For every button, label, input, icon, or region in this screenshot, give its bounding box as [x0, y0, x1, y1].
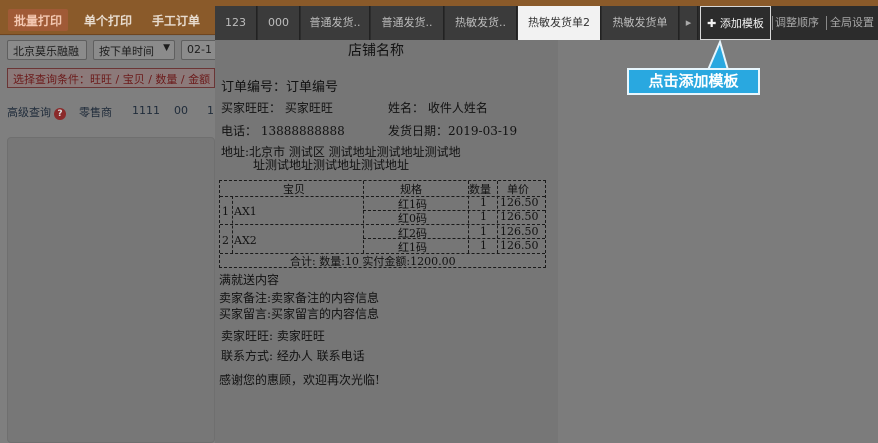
order-number: 订单编号：订单编号 — [221, 80, 339, 95]
row-price: 126.50 — [500, 225, 539, 238]
contact-info: 联系方式: 经办人 联系电话 — [221, 349, 365, 363]
phone: 电话： 13888888888 — [221, 124, 345, 138]
global-settings-link[interactable]: 全局设置 — [830, 6, 874, 40]
row-qty: 1 — [480, 196, 487, 209]
thank-you-note: 感谢您的惠顾，欢迎再次光临! — [219, 373, 380, 387]
row-price: 126.50 — [500, 196, 539, 209]
time-type-label: 按下单时间 — [99, 45, 154, 58]
query-condition-input[interactable]: 选择查询条件：旺旺 / 宝贝 / 数量 / 金额 — [7, 68, 215, 88]
table-total: 合计: 数量:10 实付金额:1200.00 — [290, 255, 456, 268]
row-item: AX1 — [234, 205, 257, 218]
table-header-spec: 规格 — [400, 183, 422, 196]
print-app: 批量打印 单个打印 手工订单 北京莫乐融融 按下单时间 ▼ 02-1 选择查询条… — [0, 0, 878, 443]
row-spec: 红0码 — [398, 212, 427, 225]
template-tab-normal-1[interactable]: 普通发货.. — [301, 6, 370, 40]
divider — [772, 16, 773, 30]
row-index: 2 — [222, 234, 229, 247]
adjust-order-link[interactable]: 调整顺序 — [775, 6, 819, 40]
seller-wangwang: 卖家旺旺: 卖家旺旺 — [221, 329, 325, 343]
row-qty: 1 — [480, 210, 487, 223]
buyer-wangwang: 买家旺旺： 买家旺旺 — [221, 101, 333, 115]
template-tab-normal-2[interactable]: 普通发货.. — [371, 6, 444, 40]
row-index: 1 — [222, 205, 229, 218]
buyer-message: 买家留言:买家留言的内容信息 — [219, 307, 380, 321]
row-item: AX2 — [234, 234, 257, 247]
row-qty: 1 — [480, 239, 487, 252]
tab-manual-order[interactable]: 手工订单 — [146, 9, 206, 31]
address-line-2: 址测试地址测试地址测试地址 — [253, 158, 410, 172]
template-tab-thermal-1[interactable]: 热敏发货.. — [445, 6, 517, 40]
tab-batch-print[interactable]: 批量打印 — [8, 9, 69, 31]
table-header-qty: 数量 — [469, 183, 491, 196]
time-type-select[interactable]: 按下单时间 ▼ — [93, 40, 175, 60]
seller-note: 卖家备注:卖家备注的内容信息 — [219, 291, 380, 305]
chevron-down-icon: ▼ — [163, 43, 170, 53]
order-list-area — [7, 137, 215, 443]
add-template-tooltip: 点击添加模板 — [627, 68, 760, 95]
template-tab-thermal[interactable]: 热敏发货单 — [602, 6, 679, 40]
gift-content: 满就送内容 — [219, 273, 280, 287]
template-tab-123[interactable]: 123 — [215, 6, 257, 40]
receiver-name: 姓名： 收件人姓名 — [388, 101, 488, 115]
template-tab-000[interactable]: 000 — [258, 6, 300, 40]
table-header-price: 单价 — [507, 183, 529, 196]
add-template-button[interactable]: ✚ 添加模板 — [700, 6, 771, 40]
preview-right-area — [558, 40, 878, 443]
retail-link[interactable]: 零售商 — [79, 104, 112, 120]
query-value-2[interactable]: 00 — [174, 104, 188, 117]
shop-name: 店铺名称 — [348, 43, 404, 59]
advanced-query-label: 高级查询 — [7, 106, 51, 119]
callout-pointer-icon — [706, 40, 730, 70]
tab-single-print[interactable]: 单个打印 — [78, 9, 138, 31]
query-value-3[interactable]: 1 — [207, 104, 214, 117]
ship-date: 发货日期：2019-03-19 — [388, 124, 518, 138]
row-qty: 1 — [480, 225, 487, 238]
row-price: 126.50 — [500, 239, 539, 252]
scroll-tabs-right-icon[interactable]: ▸ — [680, 6, 698, 40]
table-header-item: 宝贝 — [283, 183, 305, 196]
divider — [826, 16, 827, 30]
shop-select[interactable]: 北京莫乐融融 — [7, 40, 87, 60]
template-tab-thermal-2[interactable]: 热敏发货单2 — [518, 6, 601, 40]
row-price: 126.50 — [500, 210, 539, 223]
advanced-query-link[interactable]: 高级查询? — [7, 104, 66, 120]
query-value-1[interactable]: 1111 — [132, 104, 160, 117]
help-icon[interactable]: ? — [54, 108, 66, 120]
